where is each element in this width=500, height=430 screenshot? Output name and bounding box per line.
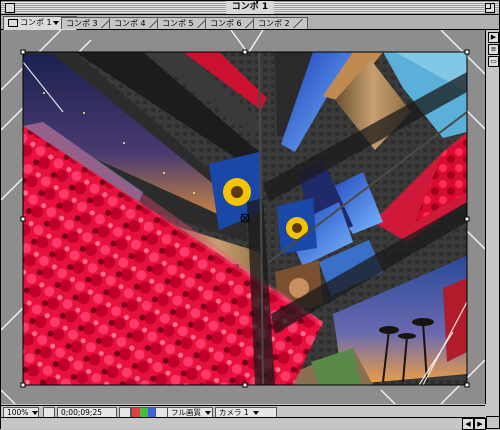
comp-tab-bar: コンポ 1 コンポ 3 コンポ 4 コンポ 5 コンポ 6 コンポ 2: [1, 15, 499, 30]
title-bar[interactable]: コンポ 1: [1, 1, 499, 15]
panel-option-icon[interactable]: ▭: [488, 56, 499, 67]
tab-comp-5[interactable]: コンポ 5: [157, 17, 212, 29]
composition-viewer[interactable]: [1, 30, 485, 404]
comp-icon: [8, 18, 18, 27]
expand-arrow-icon[interactable]: ▶: [488, 32, 499, 43]
panel-menu-icon[interactable]: ≡: [488, 44, 499, 55]
resize-grip[interactable]: [486, 416, 499, 428]
dropdown-arrow-icon: [252, 411, 259, 415]
scroll-right-icon[interactable]: ▶: [474, 418, 486, 430]
tab-comp-6[interactable]: コンポ 6: [205, 17, 260, 29]
tab-comp-2[interactable]: コンポ 2: [253, 17, 308, 29]
menu-arrow-icon: [52, 20, 59, 25]
comp-status-bar: 100% 0;00;09;25 フル画質 カメラ 1: [1, 405, 485, 418]
composition-window: コンポ 1 コンポ 1 コンポ 3 コンポ 4 コンポ 5 コンポ 6 コンポ …: [0, 0, 500, 430]
tab-comp-3[interactable]: コンポ 3: [61, 17, 116, 29]
dropdown-arrow-icon: [32, 411, 39, 415]
composition-render: [1, 30, 485, 404]
close-box[interactable]: [5, 3, 15, 13]
zoom-box[interactable]: [485, 3, 495, 13]
dropdown-arrow-icon: [205, 411, 211, 415]
window-title: コンポ 1: [225, 1, 275, 14]
scroll-left-icon[interactable]: ◀: [462, 418, 474, 430]
right-side-bar: ▶ ≡ ▭: [485, 30, 499, 404]
tab-divider: [292, 19, 303, 28]
horizontal-scrollbar[interactable]: ◀ ▶: [1, 417, 486, 430]
tab-comp-4[interactable]: コンポ 4: [109, 17, 164, 29]
